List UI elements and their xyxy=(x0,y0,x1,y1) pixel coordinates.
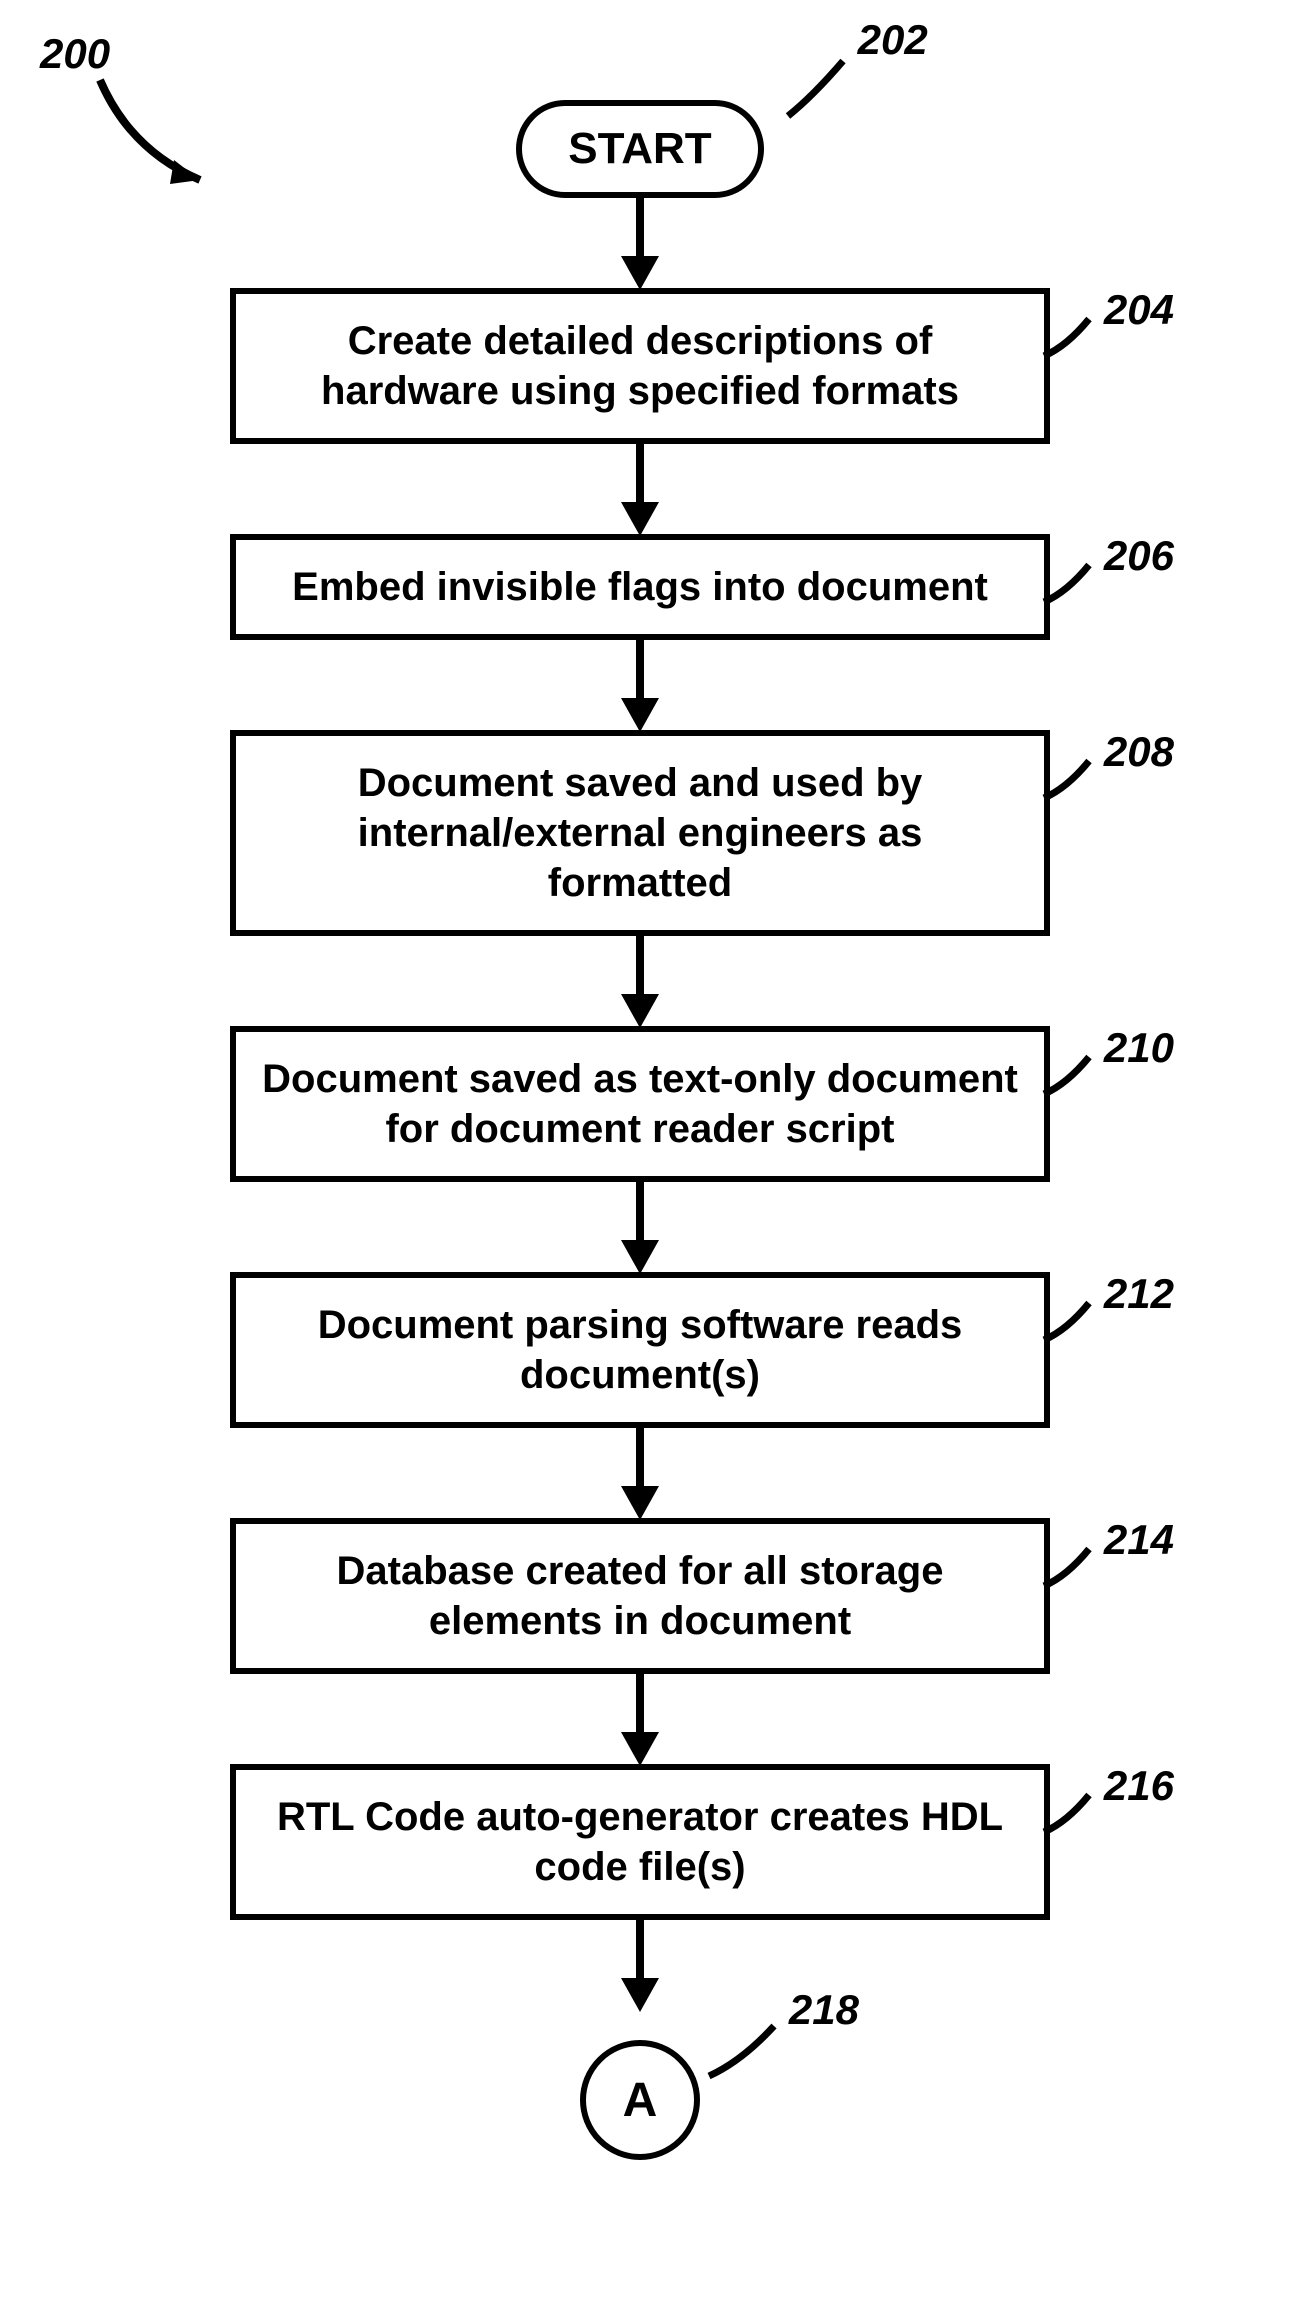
leader-202 xyxy=(783,56,863,126)
flowchart-container: START 202 Create detailed descriptions o… xyxy=(180,100,1100,2160)
ref-212: 212 xyxy=(1104,1268,1174,1321)
start-label: START xyxy=(568,124,711,173)
process-214-text: Database created for all storage element… xyxy=(337,1549,944,1643)
leader-216 xyxy=(1039,1790,1099,1840)
process-206-text: Embed invisible flags into document xyxy=(292,565,988,609)
ref-208: 208 xyxy=(1104,726,1174,779)
ref-206: 206 xyxy=(1104,530,1174,583)
start-terminator: START 202 xyxy=(516,100,763,198)
leader-206 xyxy=(1039,560,1099,610)
process-216-text: RTL Code auto-generator creates HDL code… xyxy=(277,1795,1003,1889)
leader-218 xyxy=(704,2021,784,2086)
leader-208 xyxy=(1039,756,1099,806)
figure-reference: 200 xyxy=(40,30,110,78)
process-208-text: Document saved and used by internal/exte… xyxy=(358,761,923,905)
process-206: Embed invisible flags into document 206 xyxy=(230,534,1050,640)
ref-202: 202 xyxy=(858,16,928,64)
ref-204: 204 xyxy=(1104,284,1174,337)
leader-210 xyxy=(1039,1052,1099,1102)
ref-216: 216 xyxy=(1104,1760,1174,1813)
process-216: RTL Code auto-generator creates HDL code… xyxy=(230,1764,1050,1920)
connector-label: A xyxy=(623,2073,658,2128)
process-214: Database created for all storage element… xyxy=(230,1518,1050,1674)
process-210: Document saved as text-only document for… xyxy=(230,1026,1050,1182)
leader-204 xyxy=(1039,314,1099,364)
ref-214: 214 xyxy=(1104,1514,1174,1567)
ref-210: 210 xyxy=(1104,1022,1174,1075)
process-210-text: Document saved as text-only document for… xyxy=(262,1057,1018,1151)
process-208: Document saved and used by internal/exte… xyxy=(230,730,1050,936)
process-204-text: Create detailed descriptions of hardware… xyxy=(321,319,959,413)
connector-a: A 218 xyxy=(580,2040,700,2160)
process-212-text: Document parsing software reads document… xyxy=(318,1303,963,1397)
process-204: Create detailed descriptions of hardware… xyxy=(230,288,1050,444)
process-212: Document parsing software reads document… xyxy=(230,1272,1050,1428)
ref-218: 218 xyxy=(789,1986,859,2034)
leader-214 xyxy=(1039,1544,1099,1594)
leader-212 xyxy=(1039,1298,1099,1348)
